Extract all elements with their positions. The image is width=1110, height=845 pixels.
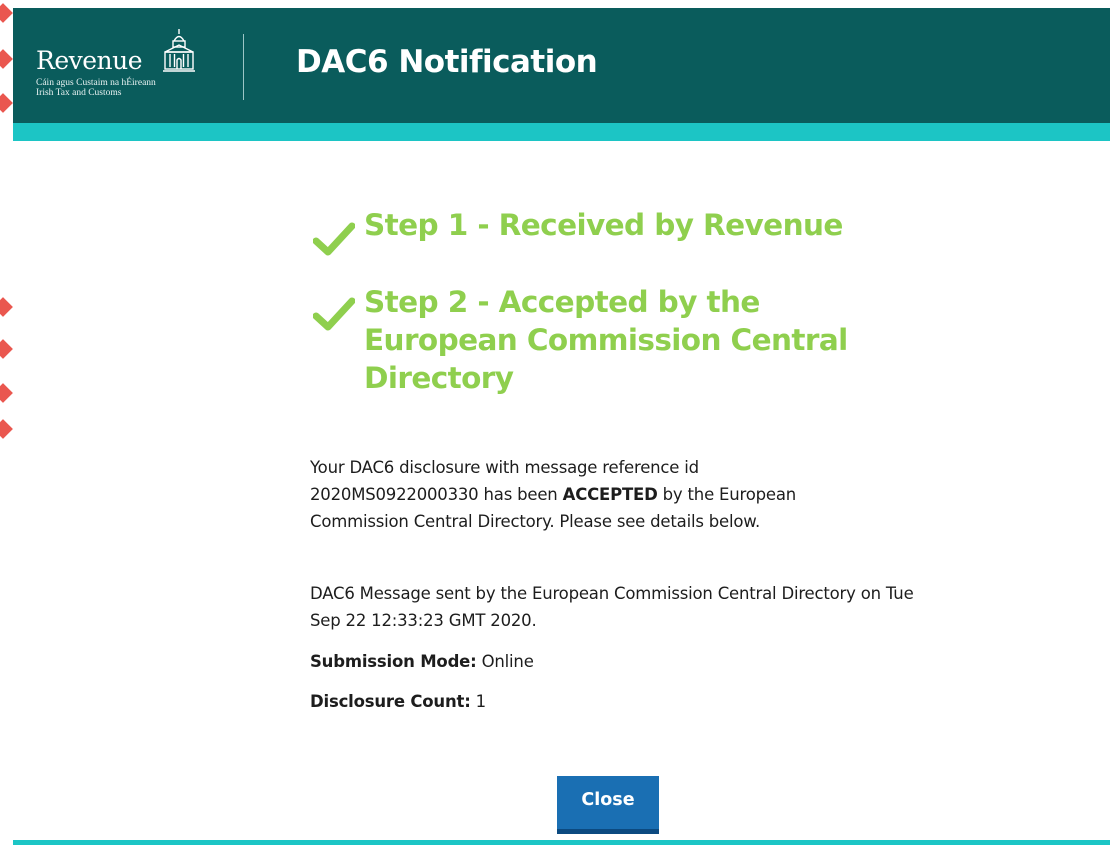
header-accent-stripe	[13, 123, 1110, 141]
decorative-edge-mark	[0, 339, 13, 359]
decorative-edge-mark	[0, 3, 13, 23]
disclosure-count: Disclosure Count: 1	[310, 692, 486, 711]
logo-subtitle-english: Irish Tax and Customs	[36, 88, 122, 98]
sent-info-text: DAC6 Message sent by the European Commis…	[310, 584, 914, 630]
decorative-edge-mark	[0, 419, 13, 439]
submission-mode-value: Online	[476, 652, 534, 671]
decorative-edge-mark	[0, 383, 13, 403]
close-button[interactable]: Close	[557, 776, 659, 834]
checkmark-icon	[313, 297, 355, 331]
submission-mode-label: Submission Mode:	[310, 652, 477, 671]
logo-name: Revenue	[36, 46, 143, 75]
step-label: Step 2 - Accepted by the European Commis…	[364, 285, 848, 395]
step-label: Step 1 - Received by Revenue	[364, 208, 843, 242]
acceptance-message: Your DAC6 disclosure with message refere…	[310, 454, 870, 535]
status-word: ACCEPTED	[562, 485, 658, 504]
header-divider	[243, 34, 244, 100]
custom-house-icon	[163, 29, 195, 72]
revenue-logo[interactable]: Revenue Cáin agus Custaim na hÉireann Ir…	[36, 22, 206, 106]
bottom-accent-line	[13, 840, 1110, 845]
dac6-notification-page: Revenue Cáin agus Custaim na hÉireann Ir…	[0, 0, 1110, 845]
decorative-edge-mark	[0, 49, 13, 69]
disclosure-count-label: Disclosure Count:	[310, 692, 471, 711]
disclosure-count-value: 1	[470, 692, 487, 711]
submission-mode: Submission Mode: Online	[310, 652, 534, 671]
decorative-edge-mark	[0, 297, 13, 317]
logo-subtitle-irish: Cáin agus Custaim na hÉireann	[36, 78, 156, 88]
page-title: DAC6 Notification	[296, 44, 598, 80]
decorative-edge-mark	[0, 93, 13, 113]
checkmark-icon	[313, 222, 355, 256]
